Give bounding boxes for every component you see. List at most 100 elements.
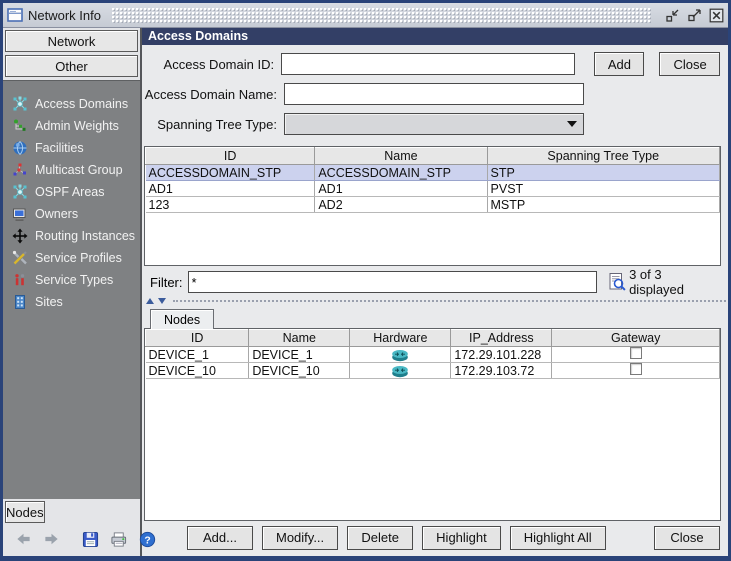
sidebar-tab-other[interactable]: Other (5, 55, 138, 77)
sidebar-tab-nodes[interactable]: Nodes (5, 501, 45, 523)
filter-input[interactable] (187, 271, 598, 293)
sidebar-item-owners[interactable]: Owners (3, 203, 140, 225)
sidebar-item-label: Owners (35, 207, 79, 221)
sidebar-item-label: Service Types (35, 273, 114, 287)
sidebar-item-admin-weights[interactable]: Admin Weights (3, 115, 140, 137)
network-hub-icon (12, 184, 28, 200)
collapse-up-icon[interactable] (146, 297, 154, 304)
nodes-col-ip[interactable]: IP_Address (450, 329, 553, 347)
access-domain-name-label: Access Domain Name: (144, 86, 277, 102)
table-row[interactable]: ACCESSDOMAIN_STP ACCESSDOMAIN_STP STP (145, 164, 720, 181)
sidebar-item-service-types[interactable]: Service Types (3, 269, 140, 291)
table-row[interactable]: DEVICE_1 DEVICE_1 172.29.101.228 (145, 346, 720, 363)
sidebar-item-label: Multicast Group (35, 163, 123, 177)
sidebar-item-label: Service Profiles (35, 251, 122, 265)
cell-hardware[interactable] (349, 362, 452, 379)
spanning-tree-type-label: Spanning Tree Type: (157, 116, 277, 132)
sidebar-toolbar: ? (3, 524, 156, 554)
access-domain-id-input[interactable] (281, 53, 575, 75)
back-arrow-icon[interactable] (15, 531, 32, 547)
computer-icon (12, 206, 28, 222)
cell-ip-address[interactable]: 172.29.101.228 (450, 346, 553, 363)
highlight-button[interactable]: Highlight (422, 525, 501, 550)
cell-id[interactable]: AD1 (145, 180, 316, 197)
sidebar-item-service-profiles[interactable]: Service Profiles (3, 247, 140, 269)
gateway-checkbox[interactable] (629, 347, 642, 359)
domains-col-stp[interactable]: Spanning Tree Type (486, 147, 720, 165)
sidebar-item-label: Routing Instances (35, 229, 136, 243)
cell-id[interactable]: DEVICE_10 (145, 362, 250, 379)
nodes-col-name[interactable]: Name (248, 329, 351, 347)
window-icon (7, 7, 23, 23)
delete-button[interactable]: Delete (347, 525, 414, 550)
table-row[interactable]: DEVICE_10 DEVICE_10 172.29.103.72 (145, 362, 720, 379)
sidebar-item-ospf-areas[interactable]: OSPF Areas (3, 181, 140, 203)
cell-gateway[interactable] (551, 346, 720, 363)
footer-close-button[interactable]: Close (654, 525, 720, 550)
cell-name[interactable]: DEVICE_10 (248, 362, 351, 379)
sidebar-item-multicast-group[interactable]: Multicast Group (3, 159, 140, 181)
collapse-down-icon[interactable] (158, 297, 166, 304)
cell-ip-address[interactable]: 172.29.103.72 (450, 362, 553, 379)
split-pane-divider[interactable] (142, 296, 728, 305)
nodes-col-id[interactable]: ID (145, 329, 250, 347)
modify-button[interactable]: Modify... (262, 525, 339, 550)
access-domain-id-label: Access Domain ID: (163, 56, 275, 72)
iconify-button[interactable] (664, 7, 680, 23)
gateway-checkbox[interactable] (629, 363, 642, 375)
sidebar-item-routing-instances[interactable]: Routing Instances (3, 225, 140, 247)
nodes-col-gateway[interactable]: Gateway (551, 329, 720, 347)
sidebar-item-facilities[interactable]: Facilities (3, 137, 140, 159)
add-button[interactable]: Add (593, 52, 645, 76)
nodes-col-hardware[interactable]: Hardware (349, 329, 452, 347)
window-controls (664, 7, 724, 23)
sidebar-tab-network[interactable]: Network (5, 30, 138, 52)
filter-bar: Filter: 3 of 3 displayed (142, 266, 728, 297)
table-row[interactable]: 123 AD2 MSTP (145, 196, 720, 213)
cell-name[interactable]: DEVICE_1 (248, 346, 351, 363)
cell-id[interactable]: ACCESSDOMAIN_STP (145, 164, 316, 181)
access-domain-name-input[interactable] (284, 83, 584, 105)
cell-gateway[interactable] (551, 362, 720, 379)
page-title: Access Domains (142, 28, 728, 45)
spanning-tree-type-dropdown[interactable] (284, 113, 584, 135)
tab-nodes[interactable]: Nodes (150, 309, 215, 329)
titlebar[interactable]: Network Info (3, 3, 728, 28)
cell-name[interactable]: AD2 (314, 196, 488, 213)
maximize-button[interactable] (686, 7, 702, 23)
service-type-icon (12, 272, 28, 288)
multicast-nodes-icon (12, 162, 28, 178)
sidebar-item-label: Facilities (35, 141, 84, 155)
forward-arrow-icon[interactable] (43, 531, 60, 547)
filter-search-icon[interactable] (605, 270, 629, 294)
cell-hardware[interactable] (349, 346, 452, 363)
sidebar-item-label: Access Domains (35, 97, 129, 111)
print-icon[interactable] (110, 531, 128, 548)
weights-tree-icon (12, 118, 28, 134)
router-icon (392, 365, 409, 377)
chevron-down-icon (567, 121, 577, 127)
domains-col-name[interactable]: Name (314, 147, 488, 165)
domains-col-id[interactable]: ID (145, 147, 316, 165)
network-hub-icon (12, 96, 28, 112)
sidebar-item-sites[interactable]: Sites (3, 291, 140, 313)
cell-id[interactable]: 123 (145, 196, 316, 213)
cell-stp[interactable]: MSTP (487, 196, 720, 213)
table-row[interactable]: AD1 AD1 PVST (145, 180, 720, 197)
sidebar-item-access-domains[interactable]: Access Domains (3, 93, 140, 115)
close-button[interactable] (708, 7, 724, 23)
cell-name[interactable]: AD1 (314, 180, 488, 197)
router-icon (392, 349, 409, 361)
cell-stp[interactable]: STP (487, 164, 720, 181)
save-icon[interactable] (82, 531, 99, 548)
sidebar-item-label: Sites (35, 295, 63, 309)
cell-id[interactable]: DEVICE_1 (145, 346, 250, 363)
nodes-table: ID Name Hardware IP_Address Gateway DEVI… (144, 328, 721, 521)
building-icon (12, 294, 28, 310)
cell-stp[interactable]: PVST (487, 180, 720, 197)
form-close-button[interactable]: Close (659, 52, 720, 76)
cell-name[interactable]: ACCESSDOMAIN_STP (314, 164, 488, 181)
highlight-all-button[interactable]: Highlight All (509, 525, 606, 550)
divider-texture (173, 299, 726, 302)
add-node-button[interactable]: Add... (187, 525, 253, 550)
